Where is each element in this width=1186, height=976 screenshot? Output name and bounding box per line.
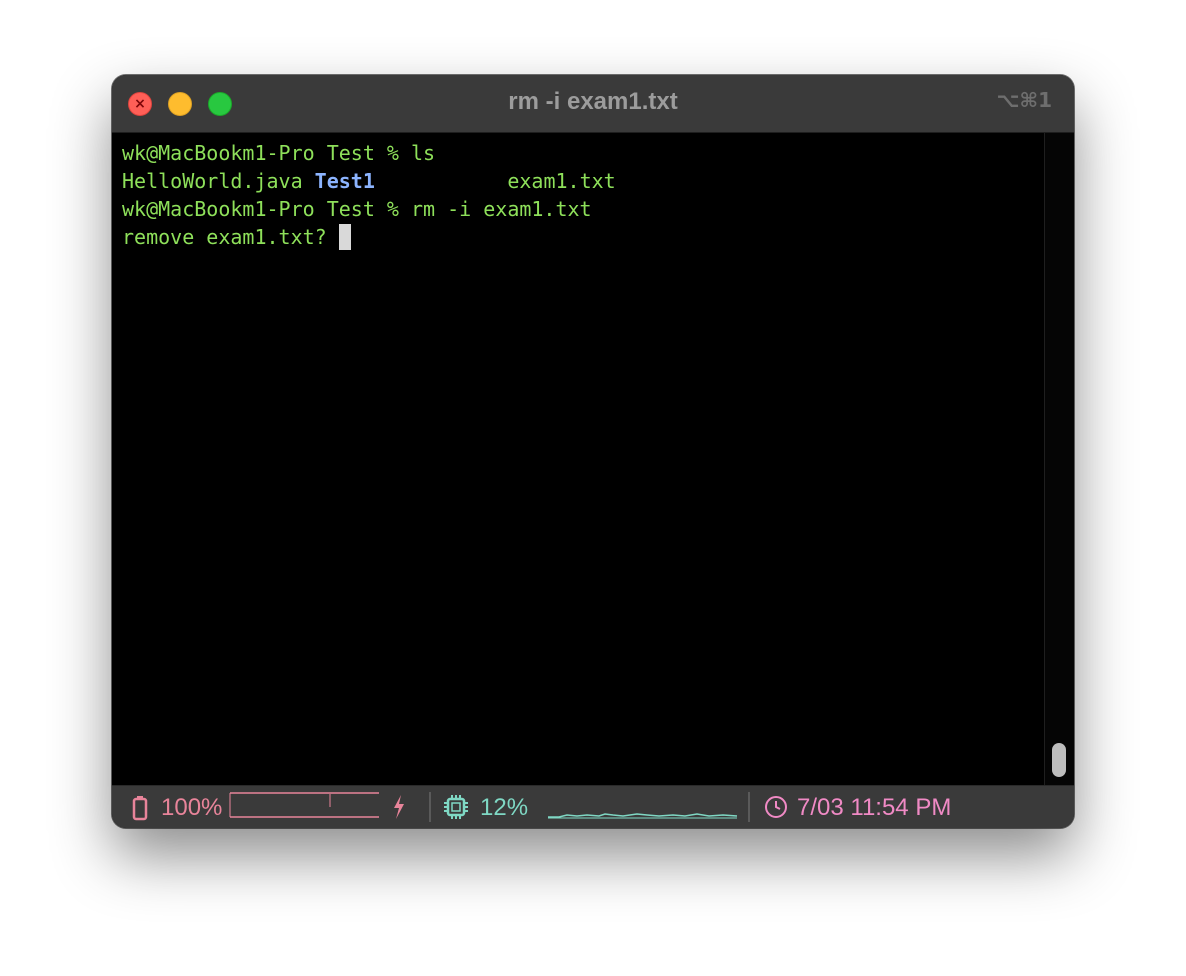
window-title: rm -i exam1.txt <box>508 88 678 115</box>
status-bar: 100% 12% 7/03 11:54 PM <box>112 785 1074 828</box>
shell-prompt: wk@MacBookm1-Pro Test % <box>122 141 411 165</box>
battery-icon <box>132 786 148 828</box>
terminal-line: HelloWorld.java Test1 exam1.txt <box>122 167 1044 195</box>
status-divider <box>748 792 750 822</box>
terminal-line: wk@MacBookm1-Pro Test % ls <box>122 139 1044 167</box>
file-entry: exam1.txt <box>507 169 616 193</box>
tab-shortcut-label: ⌥⌘1 <box>996 88 1052 112</box>
confirm-prompt: remove exam1.txt? <box>122 225 339 249</box>
battery-graph <box>229 786 381 828</box>
cpu-percentage: 12% <box>480 794 529 821</box>
terminal-output[interactable]: wk@MacBookm1-Pro Test % ls HelloWorld.jav… <box>112 133 1044 785</box>
bolt-icon <box>392 786 406 828</box>
clock-icon <box>764 786 788 828</box>
scrollbar-track[interactable] <box>1044 133 1074 785</box>
battery-percentage: 100% <box>161 794 223 821</box>
status-divider <box>429 792 431 822</box>
title-bar[interactable]: × rm -i exam1.txt ⌥⌘1 <box>112 75 1074 133</box>
command-text: rm -i exam1.txt <box>410 197 592 221</box>
text-cursor <box>338 224 351 250</box>
date-time: 7/03 11:54 PM <box>797 794 952 821</box>
cpu-chip-icon <box>443 786 469 828</box>
terminal-line: remove exam1.txt? <box>122 223 1044 251</box>
terminal-line: wk@MacBookm1-Pro Test % rm -i exam1.txt <box>122 195 1044 223</box>
scrollbar-thumb[interactable] <box>1052 743 1066 777</box>
directory-entry: Test1 <box>314 169 375 193</box>
shell-prompt: wk@MacBookm1-Pro Test % <box>122 197 411 221</box>
file-entry: HelloWorld.java <box>122 169 315 193</box>
column-gap <box>375 169 507 193</box>
command-text: ls <box>410 141 436 165</box>
terminal-window: × rm -i exam1.txt ⌥⌘1 wk@MacBookm1-Pro T… <box>112 75 1074 828</box>
cpu-graph <box>547 786 739 828</box>
